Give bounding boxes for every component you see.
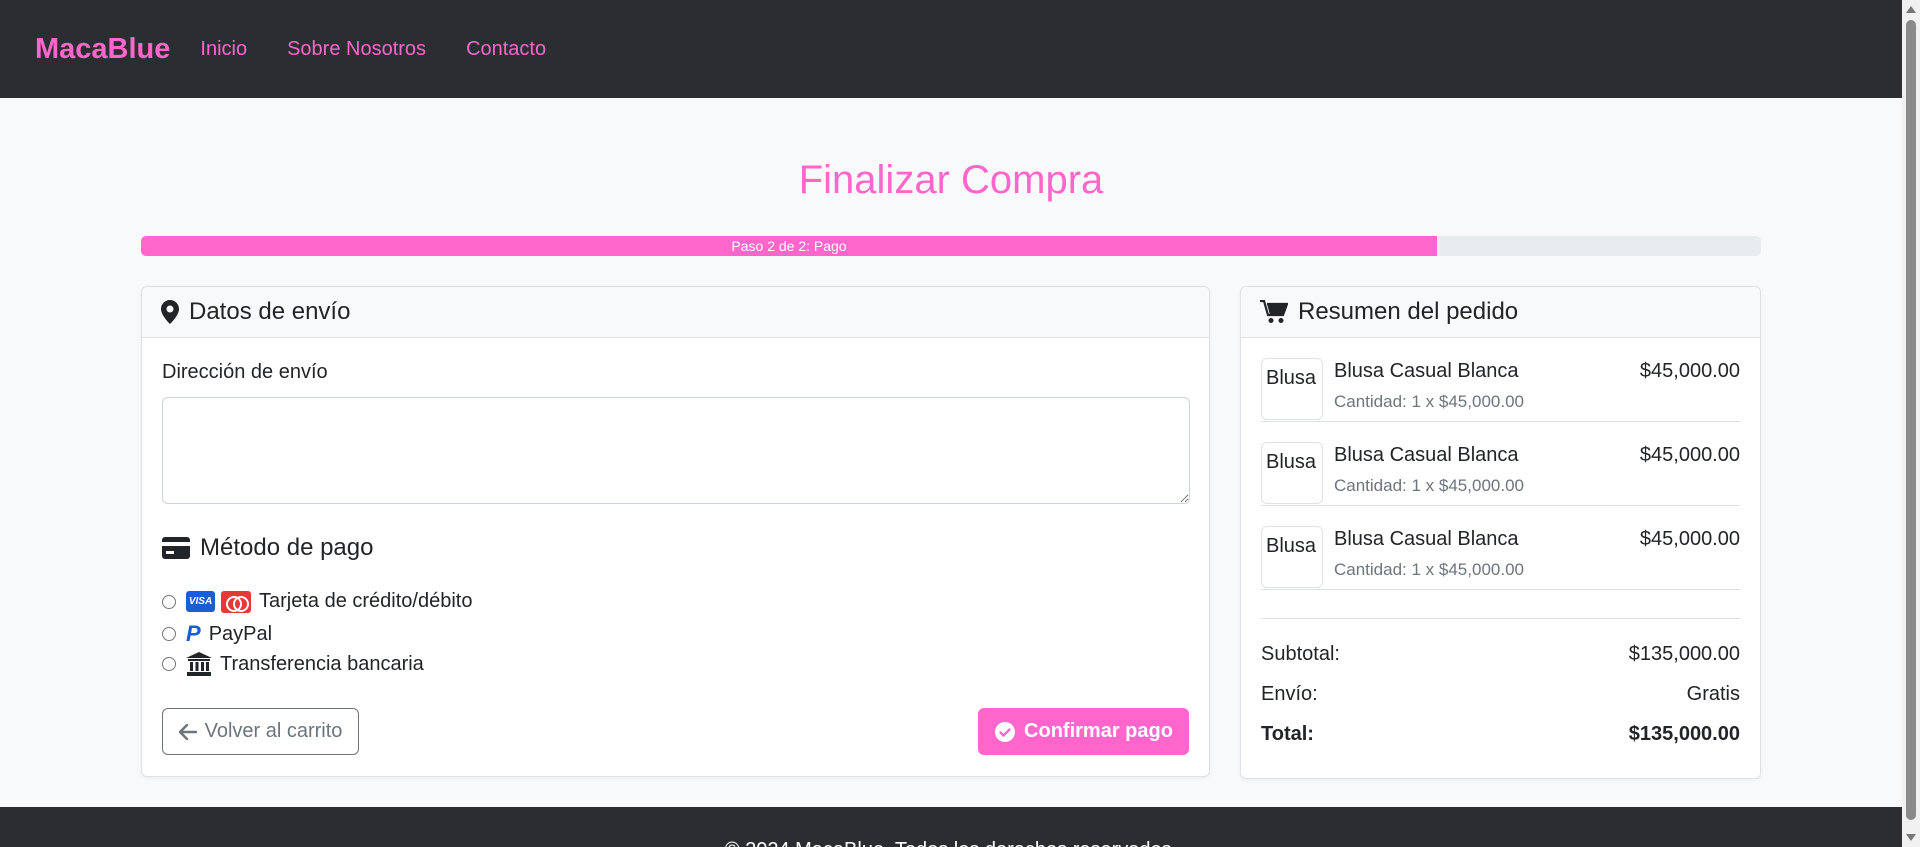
bank-icon	[186, 652, 212, 676]
paypal-icon: P	[186, 621, 201, 646]
payment-method-title: Método de pago	[162, 534, 373, 562]
item-quantity: Cantidad: 1 x $45,000.00	[1334, 392, 1524, 411]
checkout-content: Finalizar Compra Paso 2 de 2: Pago Datos…	[0, 98, 1902, 807]
order-item: Blusa Blusa Casual Blanca Cantidad: 1 x …	[1261, 422, 1740, 506]
payment-option-paypal-label: PayPal	[208, 622, 273, 645]
scrollbar-thumb[interactable]	[1906, 20, 1916, 820]
payment-option-transfer[interactable]: Transferencia bancaria	[162, 652, 424, 676]
check-circle-icon	[994, 721, 1016, 743]
footer: © 2024 MacaBlue. Todos los derechos rese…	[0, 807, 1902, 847]
address-label: Dirección de envío	[162, 361, 328, 383]
payment-option-card-label: Tarjeta de crédito/débito	[259, 590, 473, 612]
nav-link-contacto[interactable]: Contacto	[466, 38, 546, 61]
payment-option-transfer-label: Transferencia bancaria	[220, 652, 424, 675]
shipping-cost-row: Envío: Gratis	[1261, 683, 1740, 706]
progress-bar: Paso 2 de 2: Pago	[141, 236, 1437, 256]
item-price: $45,000.00	[1639, 444, 1740, 466]
confirm-payment-button[interactable]: Confirmar pago	[978, 708, 1189, 755]
order-item: Blusa Blusa Casual Blanca Cantidad: 1 x …	[1261, 506, 1740, 590]
checkout-progress: Paso 2 de 2: Pago	[141, 236, 1761, 256]
shopping-cart-icon	[1260, 300, 1288, 324]
summary-divider	[1261, 618, 1740, 619]
product-thumbnail: Blusa	[1261, 358, 1323, 420]
scroll-up-arrow-icon[interactable]	[1906, 6, 1916, 13]
item-price: $45,000.00	[1639, 360, 1740, 382]
item-name: Blusa Casual Blanca	[1334, 444, 1519, 466]
nav-link-sobre-nosotros[interactable]: Sobre Nosotros	[287, 38, 426, 61]
product-thumbnail: Blusa	[1261, 526, 1323, 588]
subtotal-label: Subtotal:	[1261, 643, 1340, 665]
item-name: Blusa Casual Blanca	[1334, 528, 1519, 550]
address-textarea[interactable]	[162, 397, 1190, 504]
back-to-cart-button[interactable]: Volver al carrito	[162, 708, 359, 755]
shipping-card-header: Datos de envío	[142, 287, 1209, 338]
item-price: $45,000.00	[1639, 528, 1740, 550]
product-thumbnail: Blusa	[1261, 442, 1323, 504]
subtotal-row: Subtotal: $135,000.00	[1261, 643, 1740, 666]
total-value: $135,000.00	[1628, 723, 1740, 745]
order-item: Blusa Blusa Casual Blanca Cantidad: 1 x …	[1261, 338, 1740, 422]
payment-option-card[interactable]: VISA Tarjeta de crédito/débito	[162, 590, 472, 613]
nav-link-inicio[interactable]: Inicio	[200, 38, 247, 61]
total-label: Total:	[1261, 723, 1314, 745]
item-name: Blusa Casual Blanca	[1334, 360, 1519, 382]
item-quantity: Cantidad: 1 x $45,000.00	[1334, 560, 1524, 579]
order-summary-title: Resumen del pedido	[1298, 298, 1519, 325]
order-summary-card: Resumen del pedido Blusa Blusa Casual Bl…	[1240, 286, 1761, 779]
radio-card[interactable]	[162, 594, 176, 609]
page-scrollbar[interactable]	[1902, 0, 1920, 847]
visa-icon: VISA	[186, 591, 215, 612]
scroll-down-arrow-icon[interactable]	[1906, 834, 1916, 841]
order-summary-header: Resumen del pedido	[1241, 287, 1760, 338]
navbar: MacaBlue Inicio Sobre Nosotros Contacto	[0, 0, 1920, 98]
subtotal-value: $135,000.00	[1628, 643, 1740, 665]
shipping-cost-label: Envío:	[1261, 683, 1318, 705]
brand-logo[interactable]: MacaBlue	[35, 33, 170, 66]
confirm-payment-label: Confirmar pago	[1024, 720, 1173, 742]
arrow-left-icon	[178, 723, 197, 740]
payment-method-label: Método de pago	[200, 534, 374, 561]
item-quantity: Cantidad: 1 x $45,000.00	[1334, 476, 1524, 495]
radio-paypal[interactable]	[162, 627, 176, 641]
shipping-card-title: Datos de envío	[189, 298, 351, 325]
total-row: Total: $135,000.00	[1261, 723, 1740, 746]
page-title: Finalizar Compra	[798, 158, 1104, 202]
credit-card-icon	[162, 537, 190, 559]
payment-option-paypal[interactable]: P PayPal	[162, 621, 272, 647]
shipping-cost-value: Gratis	[1686, 683, 1740, 705]
radio-transfer[interactable]	[162, 657, 176, 671]
map-marker-icon	[161, 300, 179, 324]
mastercard-icon	[221, 590, 251, 613]
back-to-cart-label: Volver al carrito	[204, 720, 343, 742]
shipping-card: Datos de envío Dirección de envío Método…	[141, 286, 1210, 777]
footer-copyright: © 2024 MacaBlue. Todos los derechos rese…	[725, 839, 1177, 847]
